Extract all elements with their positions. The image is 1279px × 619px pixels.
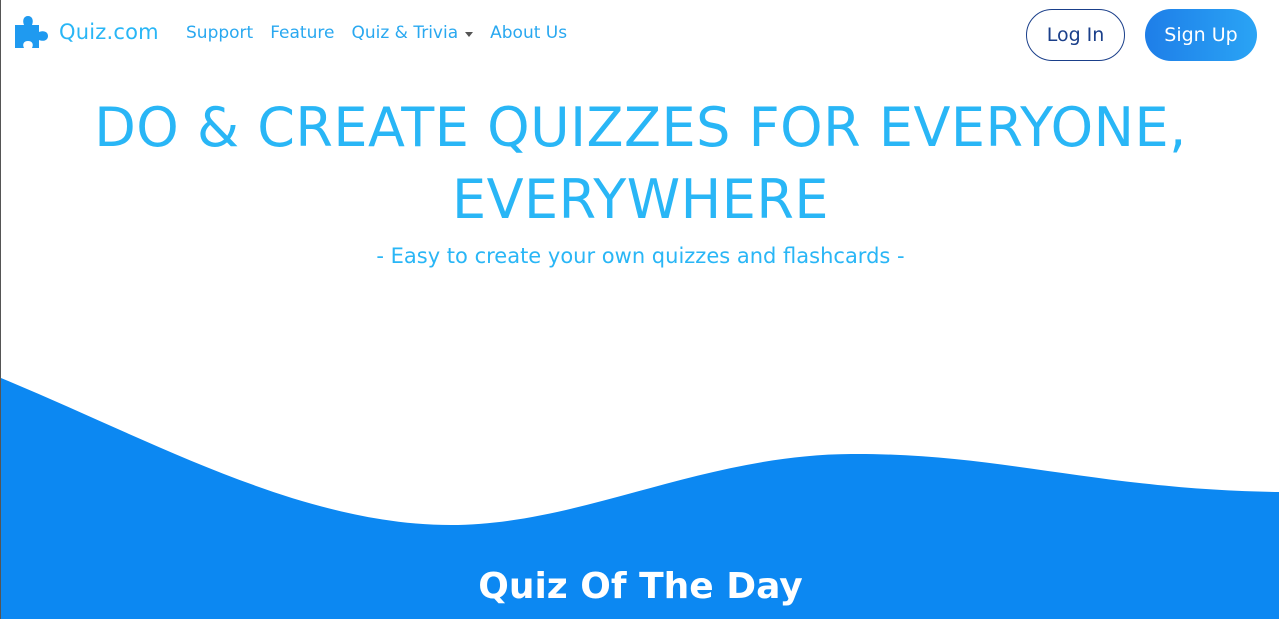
hero-title-line-2: EVERYWHERE — [452, 168, 829, 231]
brand-name: Quiz.com — [59, 20, 159, 44]
quiz-of-the-day-heading: Quiz Of The Day — [478, 566, 803, 607]
hero-title: DO & CREATE QUIZZES FOR EVERYONE, EVERYW… — [1, 92, 1279, 236]
puzzle-piece-icon — [13, 13, 51, 51]
caret-down-icon — [465, 31, 474, 37]
top-navbar: Quiz.com Support Feature Quiz & Trivia A… — [1, 0, 1279, 70]
nav-link-feature[interactable]: Feature — [270, 23, 334, 43]
nav-link-support[interactable]: Support — [186, 23, 253, 43]
brand-logo-link[interactable]: Quiz.com — [13, 13, 159, 51]
nav-dropdown-label: Quiz & Trivia — [351, 23, 459, 43]
nav-dropdown-quiz-trivia[interactable]: Quiz & Trivia — [351, 23, 474, 43]
signup-button[interactable]: Sign Up — [1145, 9, 1257, 61]
nav-link-about-us[interactable]: About Us — [490, 23, 567, 43]
nav-links: Support Feature Quiz & Trivia About Us — [186, 23, 584, 43]
hero-title-line-1: DO & CREATE QUIZZES FOR EVERYONE, — [94, 96, 1187, 159]
login-button[interactable]: Log In — [1026, 9, 1125, 61]
hero-subtitle: - Easy to create your own quizzes and fl… — [376, 244, 905, 268]
